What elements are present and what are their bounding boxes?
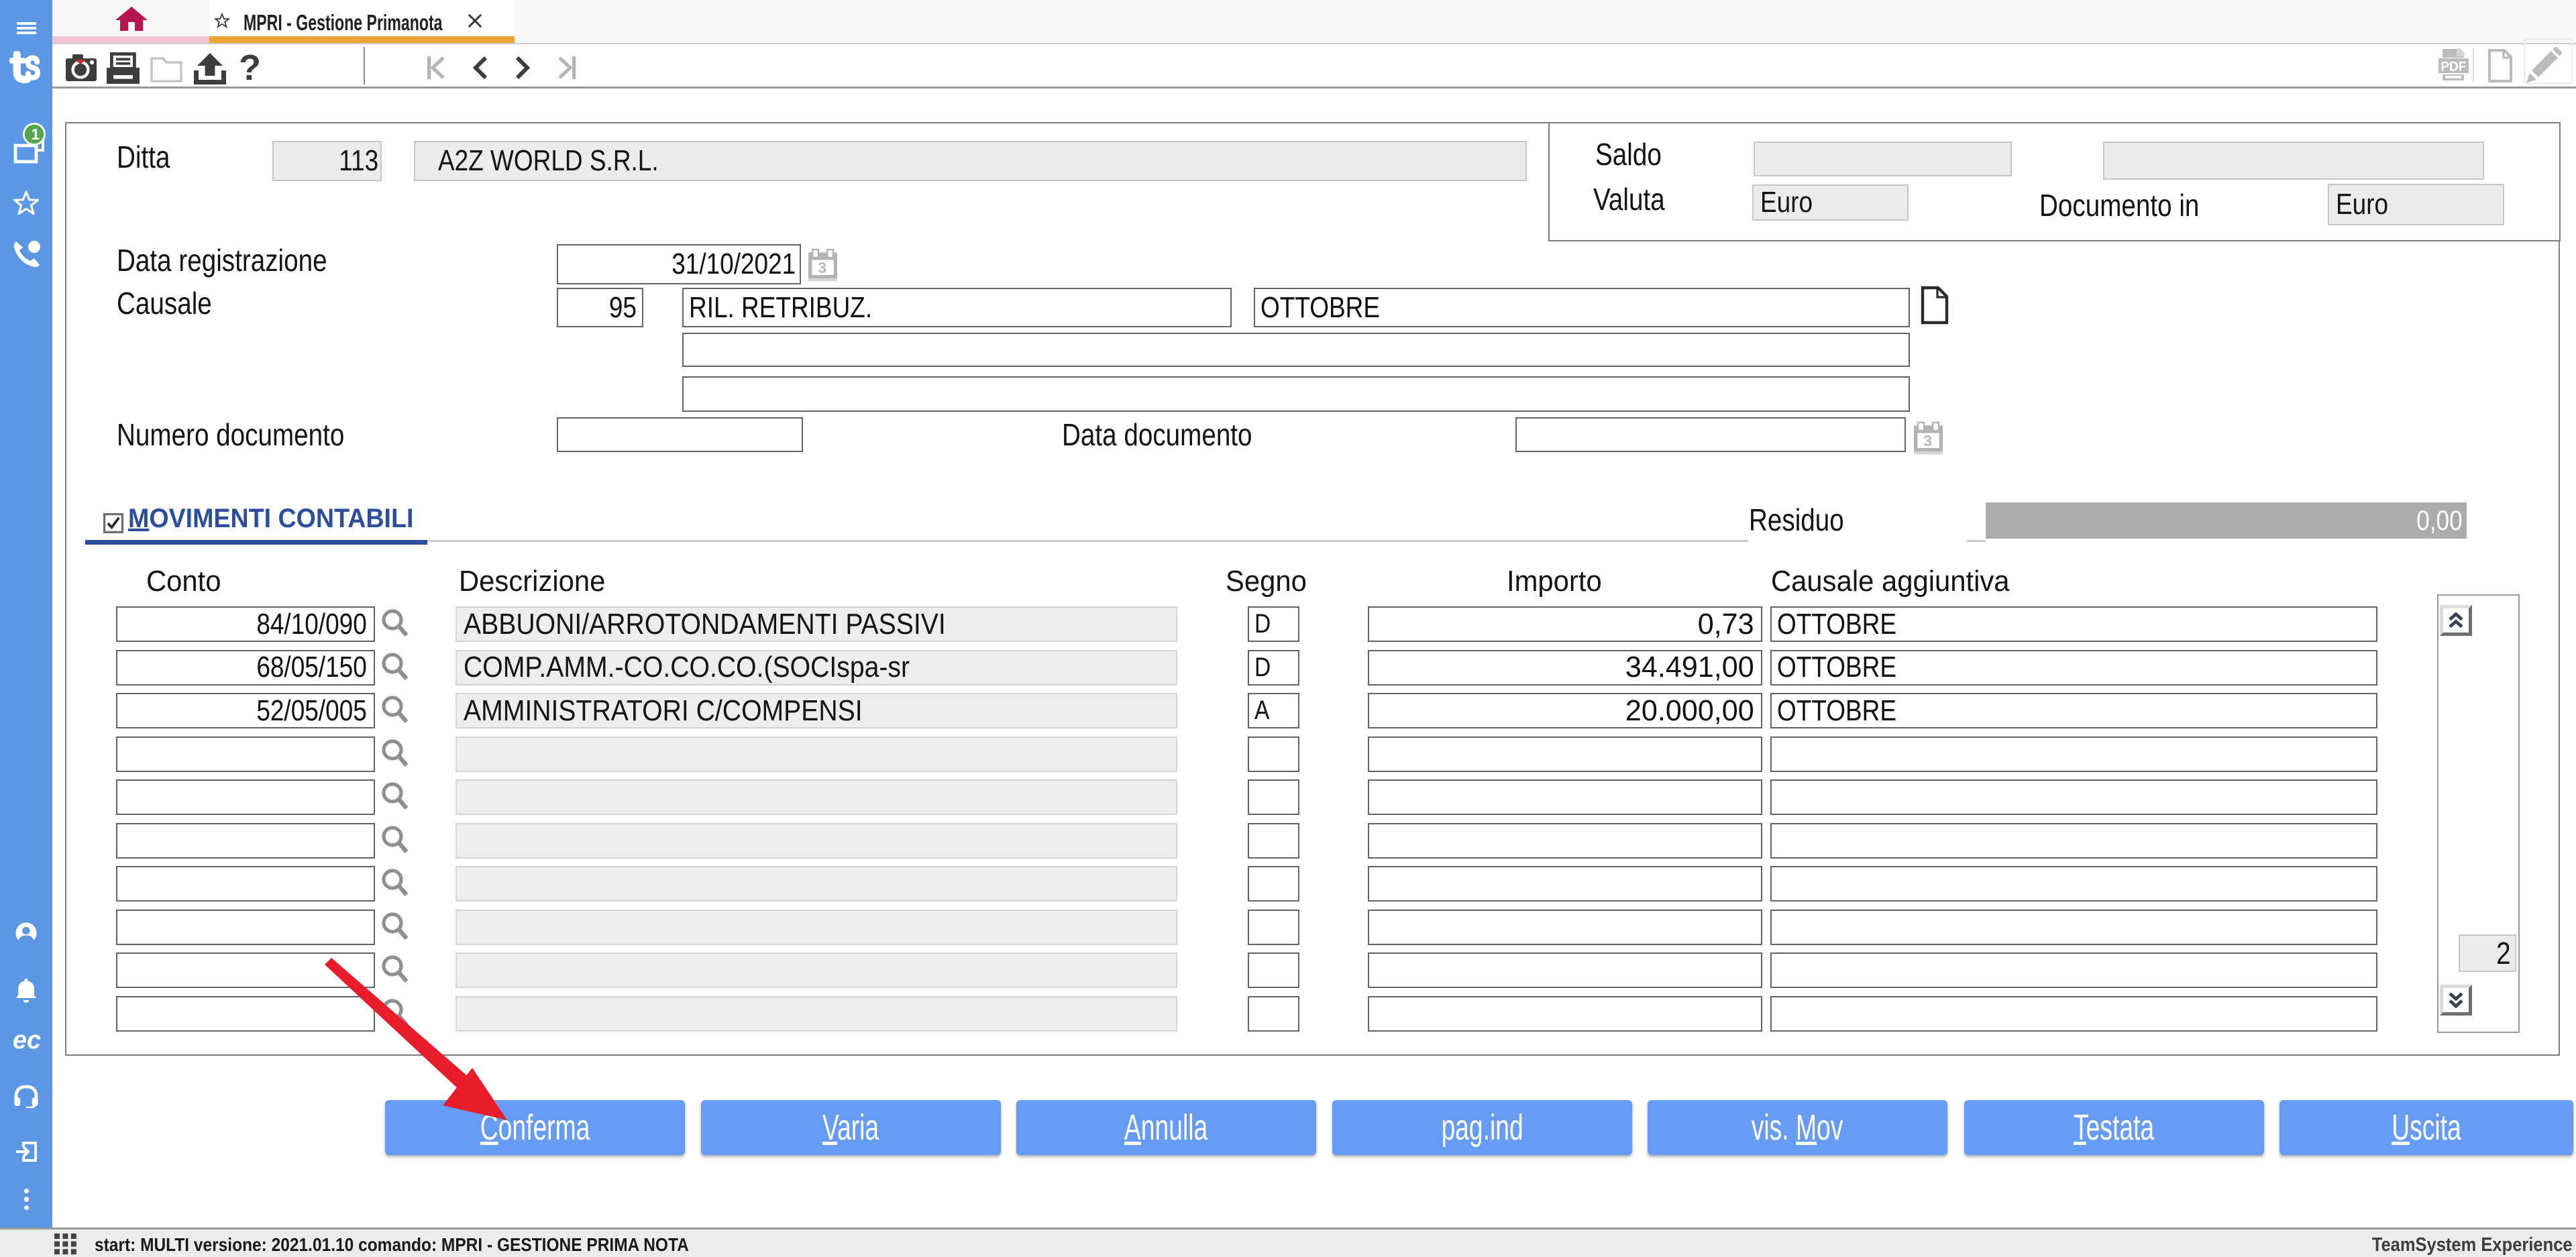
svg-text:PDF: PDF [2440, 60, 2466, 74]
svg-text:3: 3 [1923, 432, 1932, 449]
svg-text:1: 1 [31, 125, 40, 143]
svg-text:3: 3 [818, 259, 826, 276]
svg-text:?: ? [239, 52, 261, 86]
